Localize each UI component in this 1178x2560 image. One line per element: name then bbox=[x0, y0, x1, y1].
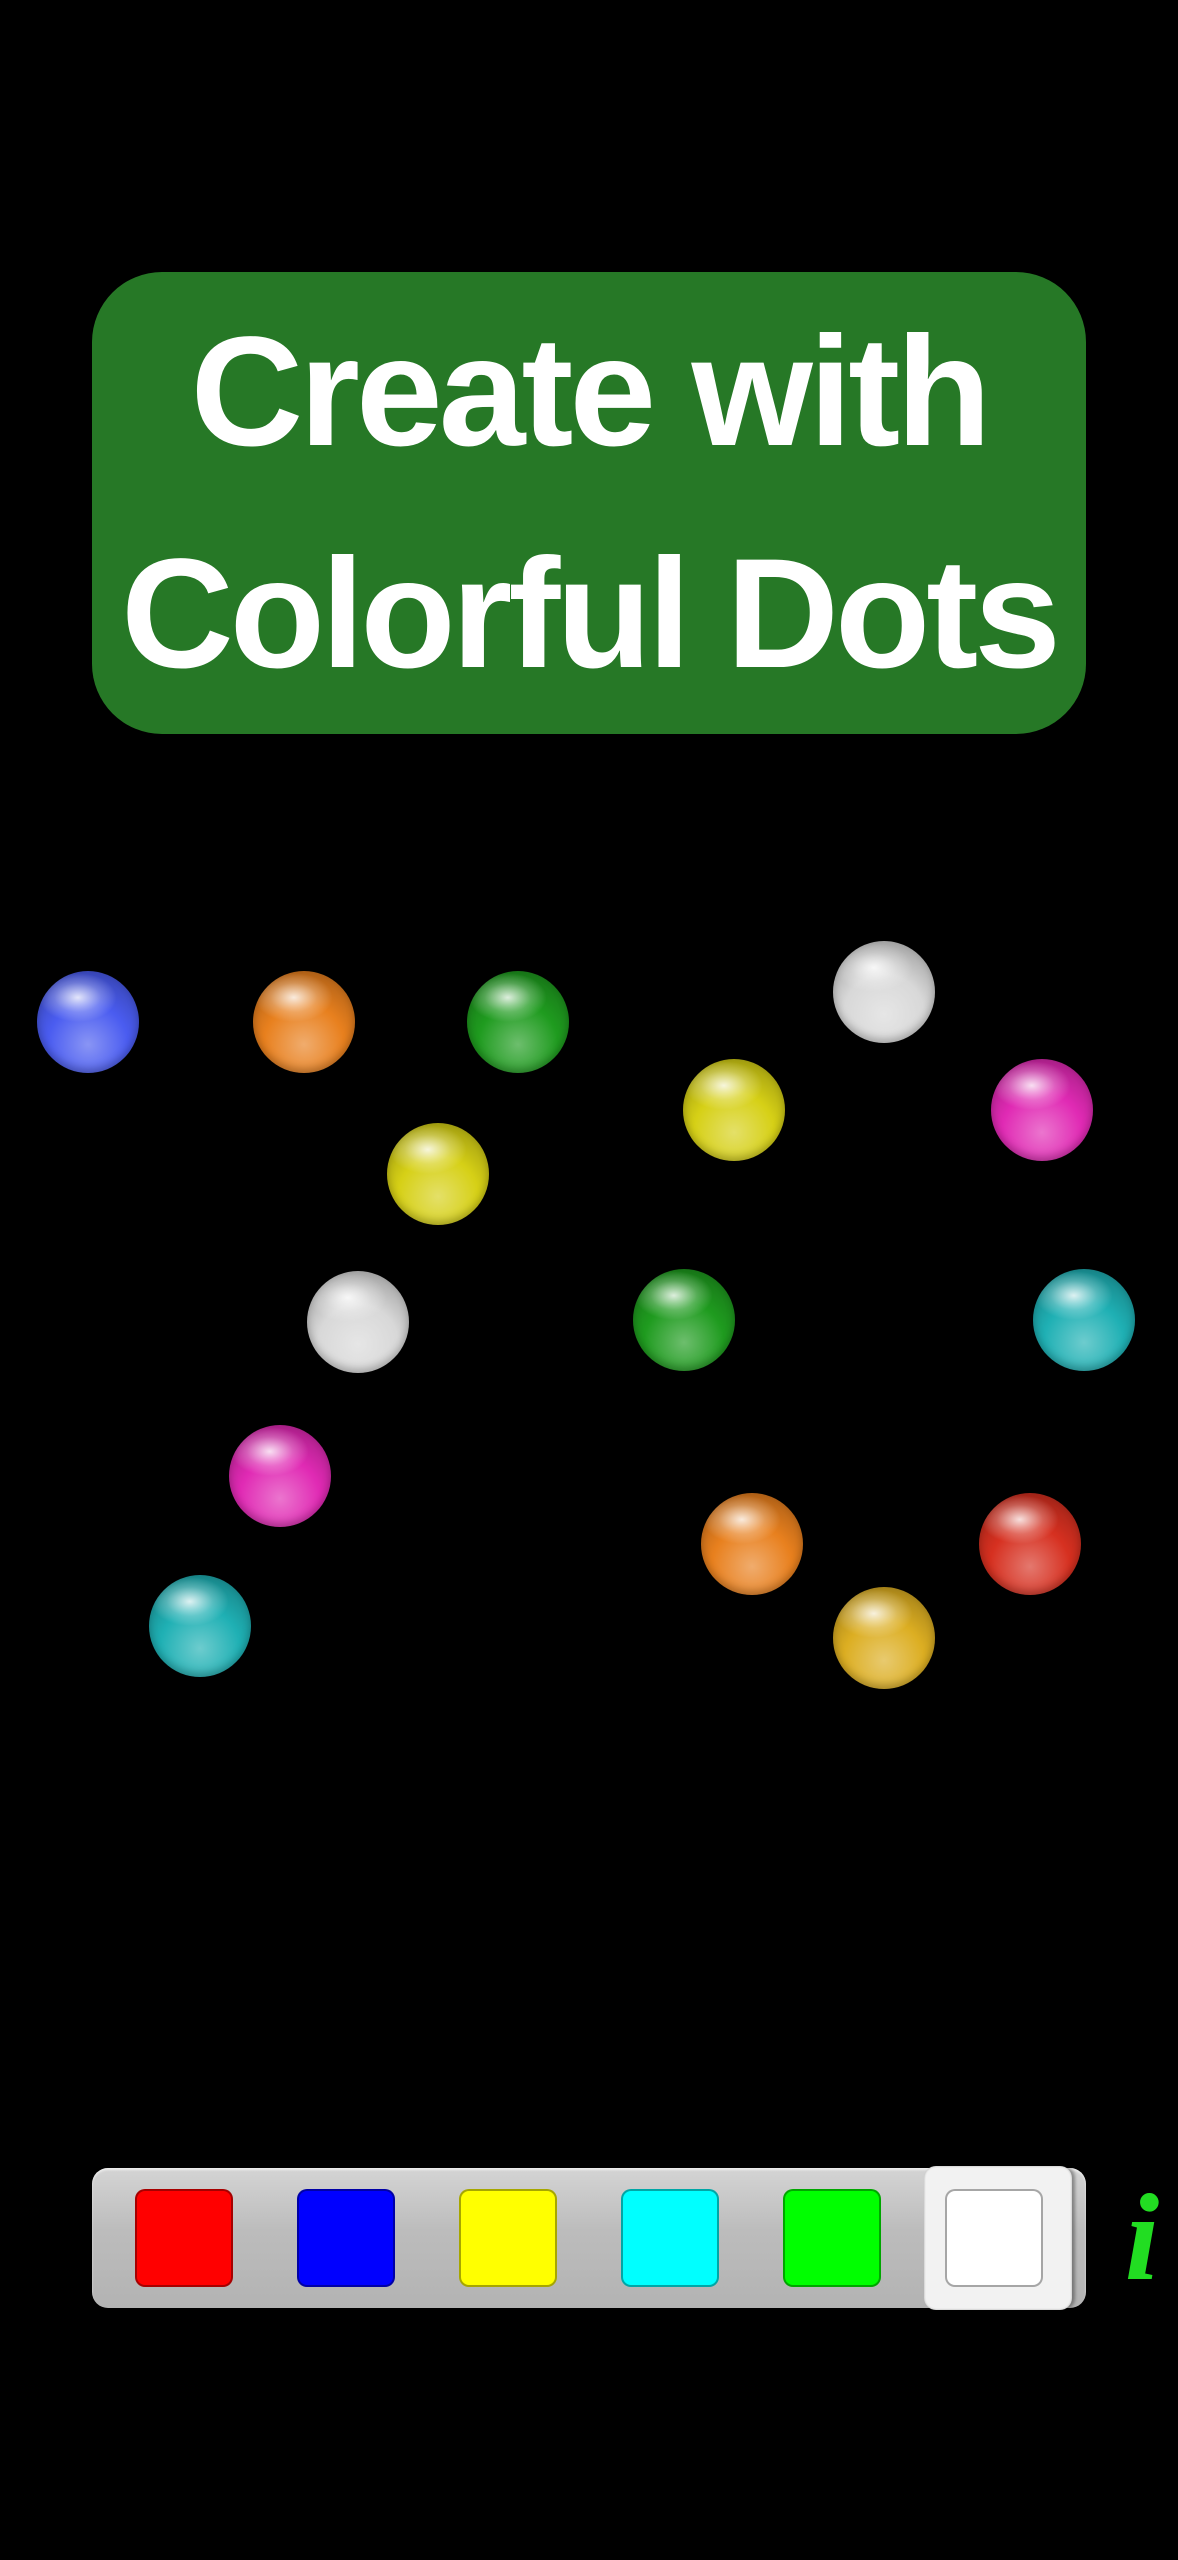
dot-green[interactable] bbox=[633, 1269, 735, 1371]
dot-blue[interactable] bbox=[37, 971, 139, 1073]
dot-yellow[interactable] bbox=[387, 1123, 489, 1225]
info-icon[interactable]: i bbox=[1112, 2176, 1172, 2300]
dot-orange[interactable] bbox=[253, 971, 355, 1073]
dot-orange[interactable] bbox=[701, 1493, 803, 1595]
dot-yellow[interactable] bbox=[683, 1059, 785, 1161]
drawing-canvas[interactable] bbox=[0, 900, 1178, 1760]
title-banner: Create with Colorful Dots bbox=[92, 272, 1086, 734]
dot-magenta[interactable] bbox=[991, 1059, 1093, 1161]
title-line-2: Colorful Dots bbox=[121, 527, 1061, 701]
swatch-white[interactable] bbox=[945, 2189, 1043, 2287]
color-palette bbox=[92, 2166, 1086, 2310]
swatch-yellow[interactable] bbox=[459, 2189, 557, 2287]
dot-green[interactable] bbox=[467, 971, 569, 1073]
swatch-red[interactable] bbox=[135, 2189, 233, 2287]
dot-gold[interactable] bbox=[833, 1587, 935, 1689]
dot-cyan[interactable] bbox=[149, 1575, 251, 1677]
dot-white[interactable] bbox=[307, 1271, 409, 1373]
swatch-cyan[interactable] bbox=[621, 2189, 719, 2287]
title-line-1: Create with bbox=[190, 305, 992, 479]
swatch-green[interactable] bbox=[783, 2189, 881, 2287]
dot-white[interactable] bbox=[833, 941, 935, 1043]
dot-cyan[interactable] bbox=[1033, 1269, 1135, 1371]
dot-magenta[interactable] bbox=[229, 1425, 331, 1527]
swatch-blue[interactable] bbox=[297, 2189, 395, 2287]
dot-red[interactable] bbox=[979, 1493, 1081, 1595]
